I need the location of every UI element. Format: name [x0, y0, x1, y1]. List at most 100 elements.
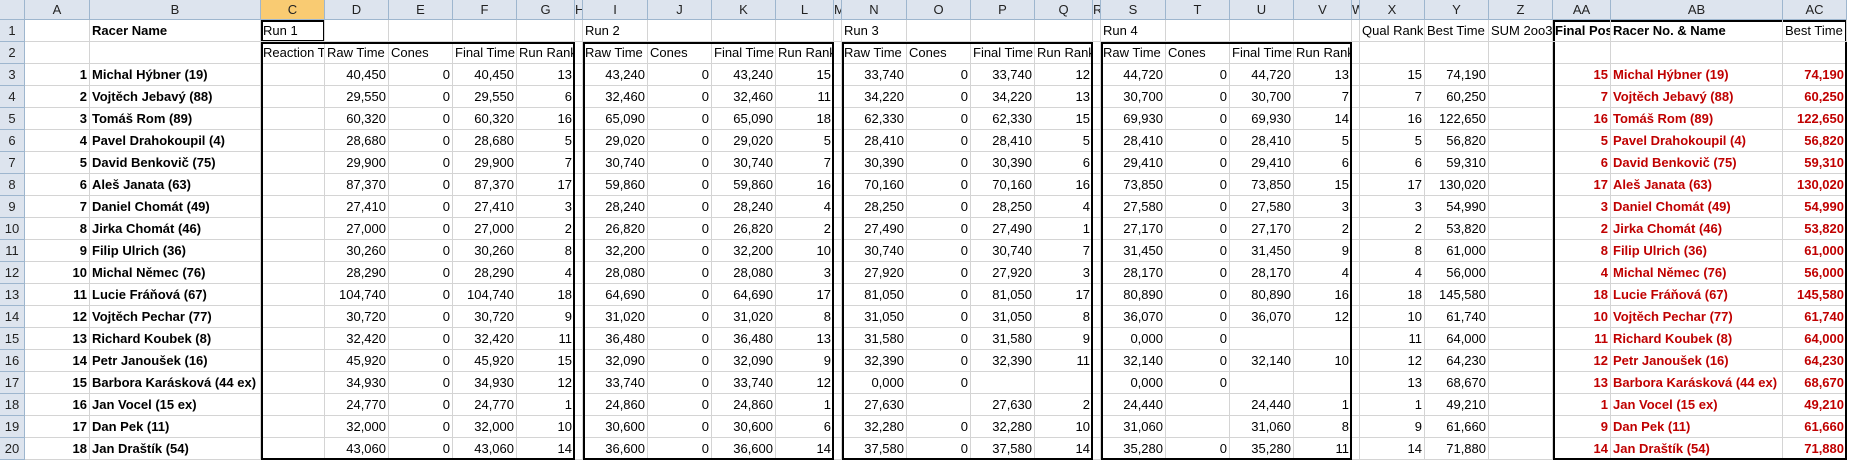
- run-value[interactable]: 73,850: [1101, 174, 1166, 196]
- grid-cell[interactable]: [834, 174, 842, 196]
- header-run4[interactable]: Run 4: [1101, 20, 1166, 42]
- header-best-time[interactable]: Best Time: [1425, 20, 1489, 42]
- grid-cell[interactable]: [1489, 196, 1553, 218]
- run-value[interactable]: 0: [1166, 196, 1230, 218]
- run-value[interactable]: 18: [776, 108, 834, 130]
- racer-name[interactable]: Barbora Karásková (44 ex): [90, 372, 261, 394]
- run-value[interactable]: 28,680: [453, 130, 517, 152]
- row-number[interactable]: 5: [25, 152, 90, 174]
- grid-cell[interactable]: [834, 372, 842, 394]
- grid-cell[interactable]: [261, 416, 325, 438]
- grid-cell[interactable]: [575, 328, 583, 350]
- final-best-time[interactable]: 60,250: [1783, 86, 1847, 108]
- run-value[interactable]: 43,240: [583, 64, 648, 86]
- column-header-a[interactable]: A: [25, 0, 90, 20]
- run-value[interactable]: 27,410: [453, 196, 517, 218]
- final-best-time[interactable]: 130,020: [1783, 174, 1847, 196]
- run-value[interactable]: 28,170: [1230, 262, 1294, 284]
- racer-name[interactable]: Tomáš Rom (89): [90, 108, 261, 130]
- run-value[interactable]: 0: [389, 86, 453, 108]
- run-value[interactable]: 31,020: [712, 306, 776, 328]
- final-position[interactable]: 14: [1553, 438, 1611, 460]
- final-position[interactable]: 17: [1553, 174, 1611, 196]
- run-value[interactable]: 6: [517, 86, 575, 108]
- run-value[interactable]: 32,460: [583, 86, 648, 108]
- grid-cell[interactable]: [1230, 20, 1294, 42]
- run-value[interactable]: 30,740: [712, 152, 776, 174]
- grid-cell[interactable]: [1489, 262, 1553, 284]
- column-header-aa[interactable]: AA: [1553, 0, 1611, 20]
- grid-cell[interactable]: [1489, 86, 1553, 108]
- run-value[interactable]: 32,280: [842, 416, 907, 438]
- grid-cell[interactable]: [1352, 284, 1360, 306]
- run-value[interactable]: 8: [517, 240, 575, 262]
- grid-cell[interactable]: [575, 108, 583, 130]
- run-value[interactable]: 69,930: [1101, 108, 1166, 130]
- run-value[interactable]: 14: [1294, 108, 1352, 130]
- row-header-5[interactable]: 5: [0, 108, 25, 130]
- column-header-k[interactable]: K: [712, 0, 776, 20]
- run-value[interactable]: 29,410: [1101, 152, 1166, 174]
- final-position[interactable]: 8: [1553, 240, 1611, 262]
- run-value[interactable]: 0: [648, 284, 712, 306]
- grid-cell[interactable]: [834, 350, 842, 372]
- row-number[interactable]: 12: [25, 306, 90, 328]
- run-value[interactable]: 0,000: [1101, 328, 1166, 350]
- run-value[interactable]: 9: [776, 350, 834, 372]
- grid-cell[interactable]: [261, 108, 325, 130]
- final-position[interactable]: 3: [1553, 196, 1611, 218]
- grid-cell[interactable]: [261, 394, 325, 416]
- best-time[interactable]: 61,660: [1425, 416, 1489, 438]
- best-time[interactable]: 130,020: [1425, 174, 1489, 196]
- run-value[interactable]: [1166, 416, 1230, 438]
- column-header-p[interactable]: P: [971, 0, 1035, 20]
- column-header-c[interactable]: C: [261, 0, 325, 20]
- row-header-14[interactable]: 14: [0, 306, 25, 328]
- run-value[interactable]: 6: [1294, 152, 1352, 174]
- run-value[interactable]: 15: [776, 64, 834, 86]
- run-value[interactable]: 5: [776, 130, 834, 152]
- row-header-19[interactable]: 19: [0, 416, 25, 438]
- final-racer-name[interactable]: Jan Vocel (15 ex): [1611, 394, 1783, 416]
- run-value[interactable]: 4: [1035, 196, 1093, 218]
- run-value[interactable]: 0: [1166, 86, 1230, 108]
- column-header-q[interactable]: Q: [1035, 0, 1093, 20]
- run-value[interactable]: 32,420: [453, 328, 517, 350]
- qual-rank[interactable]: 15: [1360, 64, 1425, 86]
- grid-cell[interactable]: [575, 372, 583, 394]
- run-value[interactable]: [1294, 372, 1352, 394]
- run-value[interactable]: 60,320: [325, 108, 389, 130]
- row-number[interactable]: 2: [25, 86, 90, 108]
- run-value[interactable]: 27,920: [842, 262, 907, 284]
- best-time[interactable]: 71,880: [1425, 438, 1489, 460]
- best-time[interactable]: 74,190: [1425, 64, 1489, 86]
- qual-rank[interactable]: 12: [1360, 350, 1425, 372]
- grid-cell[interactable]: [834, 42, 842, 64]
- grid-cell[interactable]: [1352, 86, 1360, 108]
- run-value[interactable]: 10: [1294, 350, 1352, 372]
- run-value[interactable]: 32,090: [712, 350, 776, 372]
- grid-cell[interactable]: [834, 416, 842, 438]
- run-value[interactable]: 62,330: [842, 108, 907, 130]
- run-value[interactable]: 29,020: [712, 130, 776, 152]
- run-value[interactable]: 0: [648, 108, 712, 130]
- run-value[interactable]: 32,000: [325, 416, 389, 438]
- column-header-e[interactable]: E: [389, 0, 453, 20]
- run-value[interactable]: [1035, 372, 1093, 394]
- row-header-17[interactable]: 17: [0, 372, 25, 394]
- grid-cell[interactable]: [575, 130, 583, 152]
- run-value[interactable]: 35,280: [1230, 438, 1294, 460]
- run-value[interactable]: 30,260: [453, 240, 517, 262]
- grid-cell[interactable]: [575, 306, 583, 328]
- qual-rank[interactable]: 16: [1360, 108, 1425, 130]
- grid-cell[interactable]: [1352, 218, 1360, 240]
- grid-cell[interactable]: [834, 328, 842, 350]
- grid-cell[interactable]: [1489, 350, 1553, 372]
- grid-cell[interactable]: [834, 130, 842, 152]
- run-value[interactable]: 17: [517, 174, 575, 196]
- run-value[interactable]: 36,600: [583, 438, 648, 460]
- final-best-time[interactable]: 145,580: [1783, 284, 1847, 306]
- run-value[interactable]: 0: [648, 64, 712, 86]
- header-raw[interactable]: Raw Time: [842, 42, 907, 64]
- final-best-time[interactable]: 54,990: [1783, 196, 1847, 218]
